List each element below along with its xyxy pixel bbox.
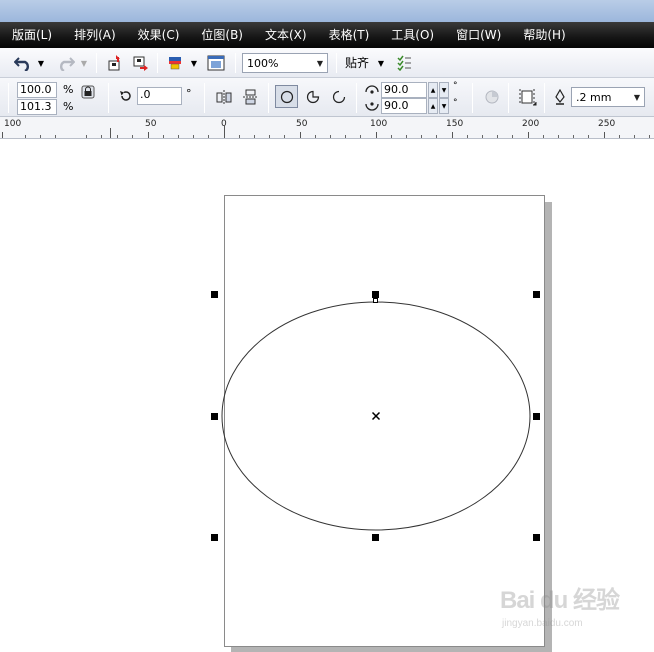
scale-y-field[interactable]: 101.3 — [17, 99, 57, 115]
chevron-down-icon: ▼ — [633, 92, 641, 102]
toolbar-separator — [268, 83, 269, 113]
selection-handle-top[interactable] — [372, 291, 379, 298]
toolbar-separator — [8, 83, 9, 113]
start-angle-spinner-down-icon[interactable]: ▼ — [439, 82, 449, 98]
mirror-horizontal-icon[interactable] — [214, 87, 234, 107]
standard-toolbar: ▼ ▼ ▼ 100% ▼ 贴齐 ▼ — [0, 48, 654, 78]
horizontal-ruler[interactable]: 100 50 0 50 100 150 200 250 — [0, 117, 654, 139]
mirror-vertical-icon[interactable] — [240, 87, 260, 107]
undo-icon[interactable] — [12, 53, 34, 73]
toolbar-separator — [108, 83, 109, 113]
selection-handle-bottom-right[interactable] — [533, 534, 540, 541]
selection-handle-top-left[interactable] — [211, 291, 218, 298]
menu-window[interactable]: 窗口(W) — [444, 22, 511, 48]
start-angle-spinner-icon[interactable]: ▲ — [428, 82, 438, 98]
watermark-url: jingyan.baidu.com — [502, 618, 583, 629]
selected-ellipse-layer — [221, 298, 531, 531]
baidu-watermark: Bai du 经验 jingyan.baidu.com — [500, 580, 650, 640]
scale-x-percent: % — [63, 83, 74, 96]
window-title-strip — [0, 0, 654, 22]
menu-effects[interactable]: 效果(C) — [126, 22, 190, 48]
redo-icon[interactable] — [55, 53, 77, 73]
scale-y-percent: % — [63, 100, 74, 113]
start-angle-field[interactable]: 90.0 — [381, 82, 427, 98]
menu-bitmaps[interactable]: 位图(B) — [189, 22, 253, 48]
rotation-angle-field[interactable]: .0 — [137, 87, 182, 105]
toolbar-separator — [96, 53, 97, 73]
welcome-screen-icon[interactable] — [205, 53, 227, 73]
selection-handle-left[interactable] — [211, 413, 218, 420]
menu-help[interactable]: 帮助(H) — [511, 22, 575, 48]
redo-dropdown-icon[interactable]: ▼ — [79, 56, 89, 70]
undo-dropdown-icon[interactable]: ▼ — [36, 56, 46, 70]
outline-pen-icon — [552, 88, 568, 106]
launcher-dropdown-icon[interactable]: ▼ — [189, 56, 199, 70]
rotation-degree-unit: ° — [186, 87, 192, 100]
toolbar-separator — [544, 83, 545, 113]
menu-arrange[interactable]: 排列(A) — [62, 22, 126, 48]
selection-handle-right[interactable] — [533, 413, 540, 420]
menu-bar: 版面(L) 排列(A) 效果(C) 位图(B) 文本(X) 表格(T) 工具(O… — [0, 22, 654, 48]
ruler-minor-ticks — [25, 135, 650, 138]
end-angle-field[interactable]: 90.0 — [381, 98, 427, 114]
start-angle-degree: ° — [453, 81, 458, 91]
drawing-canvas[interactable] — [0, 139, 654, 652]
property-bar: 100.0 101.3 % % .0 ° 90.0 ▲ ▼ ° 90.0 ▲ ▼… — [0, 78, 654, 117]
chevron-down-icon: ▼ — [316, 58, 324, 68]
toolbar-separator — [336, 53, 337, 73]
toolbar-separator — [157, 53, 158, 73]
change-direction-icon[interactable] — [482, 87, 502, 107]
outline-width-select[interactable]: .2 mm ▼ — [571, 87, 645, 107]
selection-handle-bottom[interactable] — [372, 534, 379, 541]
menu-text[interactable]: 文本(X) — [253, 22, 317, 48]
rotate-icon — [118, 88, 134, 104]
end-angle-icon — [364, 99, 380, 113]
selection-handle-bottom-left[interactable] — [211, 534, 218, 541]
toolbar-separator — [472, 83, 473, 113]
scale-x-field[interactable]: 100.0 — [17, 82, 57, 98]
toolbar-separator — [235, 53, 236, 73]
options-checklist-icon[interactable] — [394, 53, 414, 73]
wrap-text-icon[interactable] — [516, 86, 538, 108]
lock-ratio-icon[interactable] — [80, 84, 96, 100]
import-icon[interactable] — [104, 53, 126, 73]
snap-to-label[interactable]: 贴齐 — [345, 57, 369, 70]
menu-tools[interactable]: 工具(O) — [379, 22, 444, 48]
watermark-logo: Bai du 经验 — [500, 587, 620, 614]
center-mark-icon[interactable] — [371, 411, 381, 421]
end-angle-degree: ° — [453, 98, 458, 108]
pie-mode-icon[interactable] — [302, 86, 323, 107]
zoom-level-select[interactable]: 100% ▼ — [242, 53, 328, 73]
selection-handle-top-right[interactable] — [533, 291, 540, 298]
start-angle-icon — [364, 83, 380, 97]
snap-dropdown-icon[interactable]: ▼ — [376, 56, 386, 70]
zoom-level-value: 100% — [247, 56, 279, 70]
ellipse-mode-icon[interactable] — [275, 85, 298, 108]
outline-width-value: .2 mm — [576, 90, 612, 104]
toolbar-separator — [508, 83, 509, 113]
application-launcher-icon[interactable] — [165, 53, 185, 73]
ellipse-node[interactable] — [373, 298, 378, 303]
toolbar-separator — [356, 83, 357, 113]
menu-layout[interactable]: 版面(L) — [0, 22, 62, 48]
toolbar-separator — [204, 83, 205, 113]
arc-mode-icon[interactable] — [328, 86, 349, 107]
end-angle-spinner-icon[interactable]: ▲ — [428, 98, 438, 114]
end-angle-spinner-down-icon[interactable]: ▼ — [439, 98, 449, 114]
export-icon[interactable] — [129, 53, 151, 73]
menu-table[interactable]: 表格(T) — [317, 22, 380, 48]
